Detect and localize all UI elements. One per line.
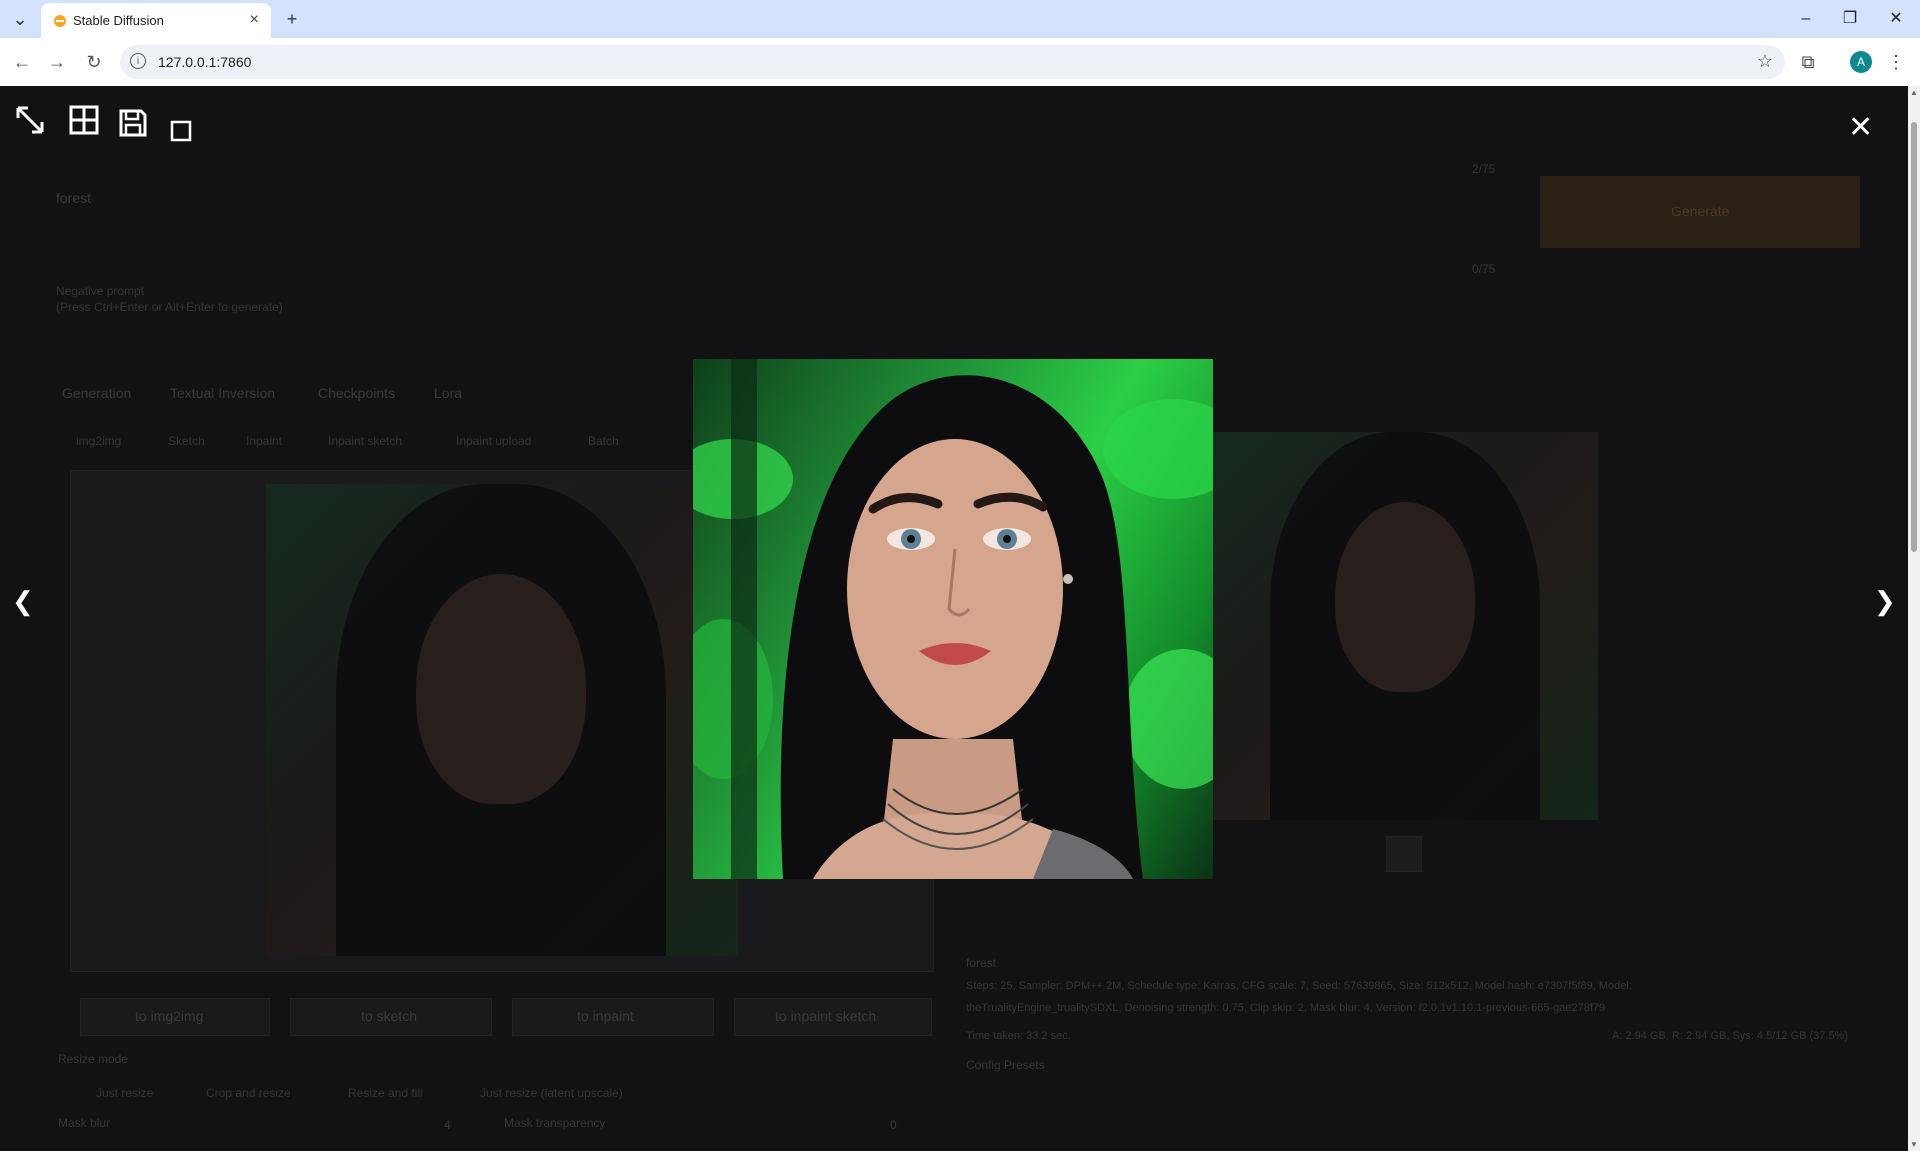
extensions-icon[interactable]: ⧉ bbox=[1796, 50, 1820, 74]
browser-toolbar: ← → ↻ i 127.0.0.1:7860 ☆ ⧉ A ⋮ bbox=[0, 38, 1920, 87]
new-tab-icon[interactable]: + bbox=[280, 7, 304, 31]
browser-tab-bar: ⌄ Stable Diffusion × + – ❐ ✕ bbox=[0, 0, 1920, 38]
tab-title: Stable Diffusion bbox=[73, 13, 164, 28]
lightbox-next-icon[interactable]: ❯ bbox=[1874, 586, 1896, 617]
scroll-down-icon[interactable]: ▼ bbox=[1910, 1140, 1918, 1149]
address-bar[interactable]: i 127.0.0.1:7860 ☆ bbox=[120, 45, 1785, 79]
bookmark-star-icon[interactable]: ☆ bbox=[1757, 51, 1773, 72]
minimize-icon[interactable]: – bbox=[1786, 6, 1826, 32]
lightbox-close-icon[interactable]: ✕ bbox=[1848, 110, 1873, 145]
restore-icon[interactable]: ❐ bbox=[1830, 6, 1870, 32]
browser-menu-icon[interactable]: ⋮ bbox=[1884, 50, 1908, 74]
tile-grid-icon[interactable] bbox=[68, 104, 100, 136]
url-text: 127.0.0.1:7860 bbox=[158, 54, 252, 70]
image-lightbox: ✕ ❮ ❯ bbox=[0, 86, 1908, 1151]
fullscreen-toggle-icon[interactable] bbox=[14, 104, 46, 136]
window-close-icon[interactable]: ✕ bbox=[1876, 6, 1916, 32]
scrollbar-thumb[interactable] bbox=[1911, 122, 1917, 552]
lightbox-image[interactable] bbox=[693, 359, 1213, 879]
browser-tab[interactable]: Stable Diffusion × bbox=[41, 3, 271, 38]
tab-close-icon[interactable]: × bbox=[250, 11, 259, 29]
save-icon[interactable] bbox=[118, 108, 148, 138]
back-icon[interactable]: ← bbox=[10, 50, 34, 74]
scroll-up-icon[interactable]: ▲ bbox=[1910, 88, 1918, 97]
portrait-illustration bbox=[693, 359, 1213, 879]
reload-icon[interactable]: ↻ bbox=[82, 50, 106, 74]
stable-diffusion-favicon-icon bbox=[54, 15, 66, 27]
site-info-icon[interactable]: i bbox=[130, 53, 146, 69]
page-scrollbar[interactable]: ▲ ▼ bbox=[1908, 86, 1920, 1151]
tab-list-chevron-icon[interactable]: ⌄ bbox=[8, 7, 32, 31]
zoom-fit-icon[interactable] bbox=[170, 120, 192, 142]
lightbox-prev-icon[interactable]: ❮ bbox=[12, 586, 34, 617]
forward-icon[interactable]: → bbox=[45, 50, 69, 74]
profile-avatar[interactable]: A bbox=[1850, 51, 1872, 73]
